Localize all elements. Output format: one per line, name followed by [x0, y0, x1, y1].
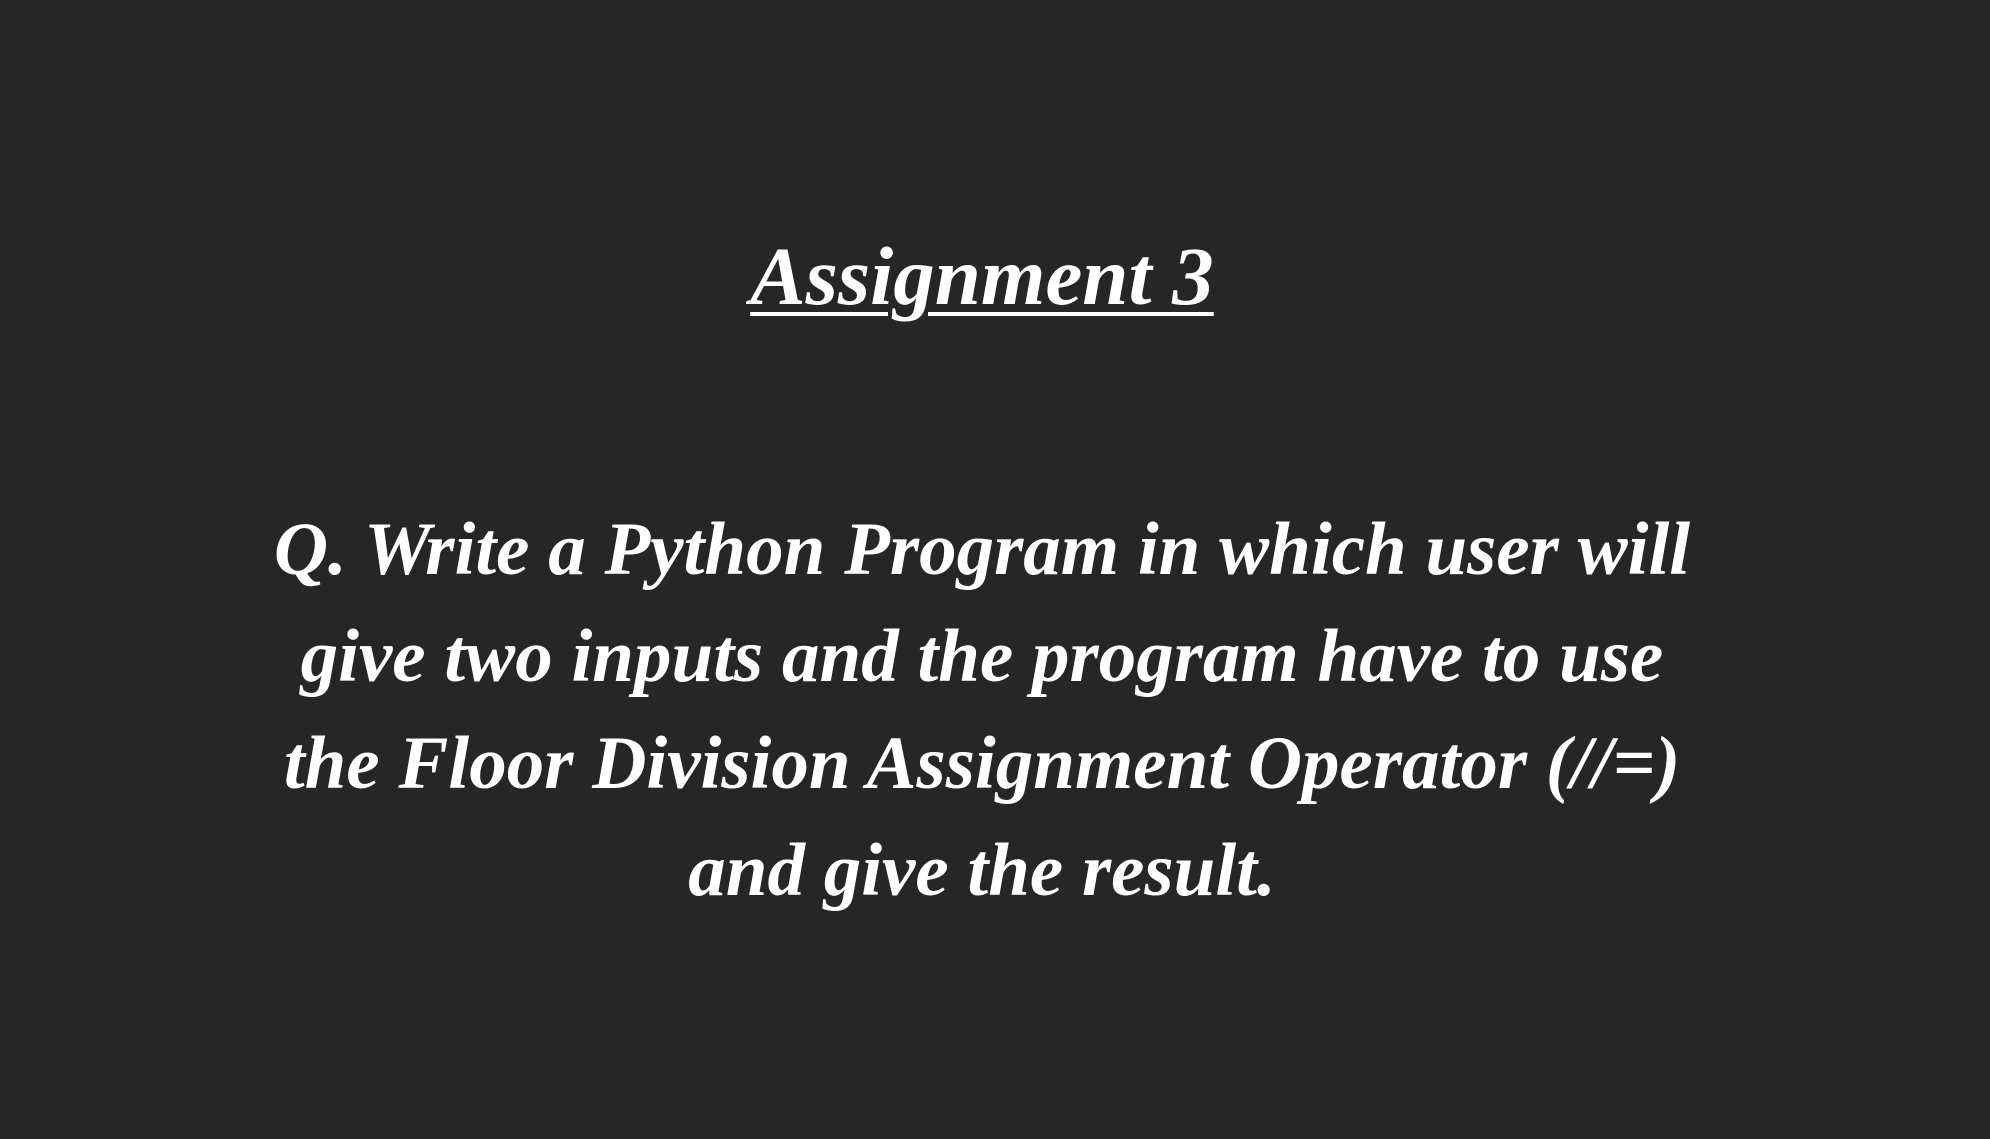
question-text: Q. Write a Python Program in which user …	[180, 496, 1784, 924]
question-line: Q. Write a Python Program in which user …	[273, 508, 1691, 591]
question-line: and give the result.	[688, 829, 1276, 912]
slide: Assignment 3 Q. Write a Python Program i…	[0, 0, 1990, 1139]
question-line: the Floor Division Assignment Operator (…	[283, 722, 1681, 805]
slide-title-text: Assignment 3	[750, 230, 1214, 322]
question-line: give two inputs and the program have to …	[300, 615, 1664, 698]
slide-title: Assignment 3	[0, 226, 1964, 326]
